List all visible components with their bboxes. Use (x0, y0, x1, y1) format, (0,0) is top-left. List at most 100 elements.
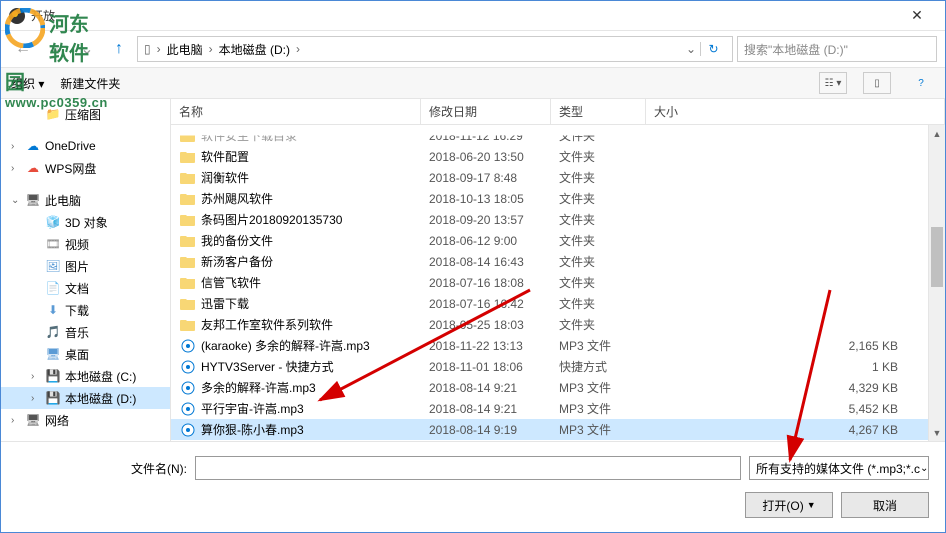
file-row[interactable]: HYTV3Server - 快捷方式2018-11-01 18:06快捷方式1 … (171, 356, 928, 377)
file-name: 润衡软件 (201, 169, 429, 186)
window-title: 开放 (31, 7, 55, 24)
file-row[interactable]: 我的备份文件2018-06-12 9:00文件夹 (171, 230, 928, 251)
breadcrumb-item[interactable]: 此电脑 (167, 41, 203, 58)
file-date: 2018-09-20 13:57 (429, 213, 559, 227)
sidebar-item-label: 文档 (65, 280, 89, 297)
file-date: 2018-11-01 18:06 (429, 360, 559, 374)
file-type: 文件夹 (559, 295, 654, 312)
app-icon (9, 8, 25, 24)
history-dropdown[interactable]: ⌄ (73, 37, 101, 61)
filename-input[interactable] (195, 456, 741, 480)
file-date: 2018-07-16 18:08 (429, 276, 559, 290)
file-row[interactable]: 算你狠-陈小春.mp32018-08-14 9:19MP3 文件4,267 KB (171, 419, 928, 440)
file-type: 快捷方式 (559, 358, 654, 375)
sidebar-item[interactable]: 🎵音乐 (1, 321, 170, 343)
folder-icon (179, 128, 197, 144)
sidebar-item[interactable]: ⌄ 🖥此电脑 (1, 189, 170, 211)
file-row[interactable]: 新汤客户备份2018-08-14 16:43文件夹 (171, 251, 928, 272)
column-headers: 名称 修改日期 类型 大小 (171, 99, 945, 125)
sidebar-item[interactable]: ›☁WPS网盘 (1, 157, 170, 179)
refresh-button[interactable]: ↻ (700, 42, 726, 56)
sidebar-item-label: 此电脑 (45, 192, 81, 209)
file-row[interactable]: 平行宇宙-许嵩.mp32018-08-14 9:21MP3 文件5,452 KB (171, 398, 928, 419)
sidebar-item-label: 音乐 (65, 324, 89, 341)
mp3-icon (179, 338, 197, 354)
file-type-filter[interactable]: 所有支持的媒体文件 (*.mp3;*.c⌄ (749, 456, 929, 480)
file-date: 2018-06-12 9:00 (429, 234, 559, 248)
file-row[interactable]: (karaoke) 多余的解释-许嵩.mp32018-11-22 13:13MP… (171, 335, 928, 356)
sidebar-item[interactable]: 🎞视频 (1, 233, 170, 255)
file-date: 2018-11-12 16:29 (429, 129, 559, 143)
scroll-up-button[interactable]: ▲ (929, 125, 945, 142)
file-row[interactable]: 条码图片201809201357302018-09-20 13:57文件夹 (171, 209, 928, 230)
sidebar-item[interactable]: 🖼图片 (1, 255, 170, 277)
cancel-button[interactable]: 取消 (841, 492, 929, 518)
sidebar-item[interactable]: ›🖥网络 (1, 409, 170, 431)
chevron-icon: › (11, 141, 21, 152)
sidebar-item[interactable]: ›☁OneDrive (1, 135, 170, 157)
folder-icon (179, 149, 197, 165)
folder-icon (179, 275, 197, 291)
file-name: 平行宇宙-许嵩.mp3 (201, 400, 429, 417)
desk-icon: 🖥 (45, 346, 61, 362)
open-button[interactable]: 打开(O)▼ (745, 492, 833, 518)
file-row[interactable]: 多余的解释-许嵩.mp32018-08-14 9:21MP3 文件4,329 K… (171, 377, 928, 398)
preview-pane-button[interactable]: ▯ (863, 72, 891, 94)
file-row[interactable]: 信管飞软件2018-07-16 18:08文件夹 (171, 272, 928, 293)
new-folder-button[interactable]: 新建文件夹 (60, 75, 120, 92)
file-date: 2018-08-14 16:43 (429, 255, 559, 269)
scroll-thumb[interactable] (931, 227, 943, 287)
breadcrumb[interactable]: ▯ › 此电脑 › 本地磁盘 (D:) › ⌄ ↻ (137, 36, 733, 62)
file-row[interactable]: 软件配置2018-06-20 13:50文件夹 (171, 146, 928, 167)
column-name[interactable]: 名称 (171, 99, 421, 124)
file-row[interactable]: 迅雷下载2018-07-16 16:42文件夹 (171, 293, 928, 314)
breadcrumb-root-icon: ▯ (144, 42, 151, 56)
file-type: 文件夹 (559, 148, 654, 165)
sidebar-item[interactable]: ⬇下载 (1, 299, 170, 321)
breadcrumb-dropdown-icon[interactable]: ⌄ (686, 42, 696, 56)
sidebar-item[interactable]: 📄文档 (1, 277, 170, 299)
sidebar-item[interactable]: ›💾本地磁盘 (D:) (1, 387, 170, 409)
sidebar-item[interactable]: 📁压缩图 (1, 103, 170, 125)
scrollbar[interactable]: ▲ ▼ (928, 125, 945, 441)
help-button[interactable]: ? (907, 72, 935, 94)
sidebar-item[interactable]: ›💾本地磁盘 (C:) (1, 365, 170, 387)
breadcrumb-item[interactable]: 本地磁盘 (D:) (219, 41, 290, 58)
file-pane: 名称 修改日期 类型 大小 软件安主下载目录2018-11-12 16:29文件… (171, 99, 945, 441)
file-name: HYTV3Server - 快捷方式 (201, 358, 429, 375)
sidebar-item-label: 本地磁盘 (D:) (65, 390, 136, 407)
file-row[interactable]: 软件安主下载目录2018-11-12 16:29文件夹 (171, 125, 928, 146)
close-button[interactable]: ✕ (897, 2, 937, 30)
sidebar-item-label: 视频 (65, 236, 89, 253)
file-row[interactable]: 友邦工作室软件系列软件2018-05-25 18:03文件夹 (171, 314, 928, 335)
folder-icon (179, 170, 197, 186)
toolbar: 组织 ▾ 新建文件夹 ☷ ▾ ▯ ? (1, 67, 945, 99)
view-mode-button[interactable]: ☷ ▾ (819, 72, 847, 94)
column-type[interactable]: 类型 (551, 99, 646, 124)
column-size[interactable]: 大小 (646, 99, 945, 124)
search-input[interactable]: 搜索"本地磁盘 (D:)" (737, 36, 937, 62)
pc-icon: 🖥 (25, 412, 41, 428)
file-type: MP3 文件 (559, 337, 654, 354)
file-date: 2018-05-25 18:03 (429, 318, 559, 332)
sidebar-item-label: 压缩图 (65, 106, 101, 123)
sidebar-item[interactable]: 🖥桌面 (1, 343, 170, 365)
folder-icon (179, 254, 197, 270)
video-icon: 🎞 (45, 236, 61, 252)
folder-icon (179, 191, 197, 207)
sidebar-item[interactable]: 🧊3D 对象 (1, 211, 170, 233)
up-button[interactable]: ↑ (105, 37, 133, 61)
file-type: 文件夹 (559, 316, 654, 333)
file-name: 新汤客户备份 (201, 253, 429, 270)
column-date[interactable]: 修改日期 (421, 99, 551, 124)
forward-button[interactable]: → (41, 37, 69, 61)
organize-button[interactable]: 组织 ▾ (11, 75, 44, 92)
bottom-panel: 文件名(N): 所有支持的媒体文件 (*.mp3;*.c⌄ 打开(O)▼ 取消 (1, 441, 945, 532)
pc-icon: 🖥 (25, 192, 41, 208)
back-button[interactable]: ← (9, 37, 37, 61)
file-row[interactable]: 苏州飓风软件2018-10-13 18:05文件夹 (171, 188, 928, 209)
scroll-down-button[interactable]: ▼ (929, 424, 945, 441)
file-type: 文件夹 (559, 211, 654, 228)
chevron-icon: ⌄ (11, 195, 21, 206)
file-row[interactable]: 润衡软件2018-09-17 8:48文件夹 (171, 167, 928, 188)
